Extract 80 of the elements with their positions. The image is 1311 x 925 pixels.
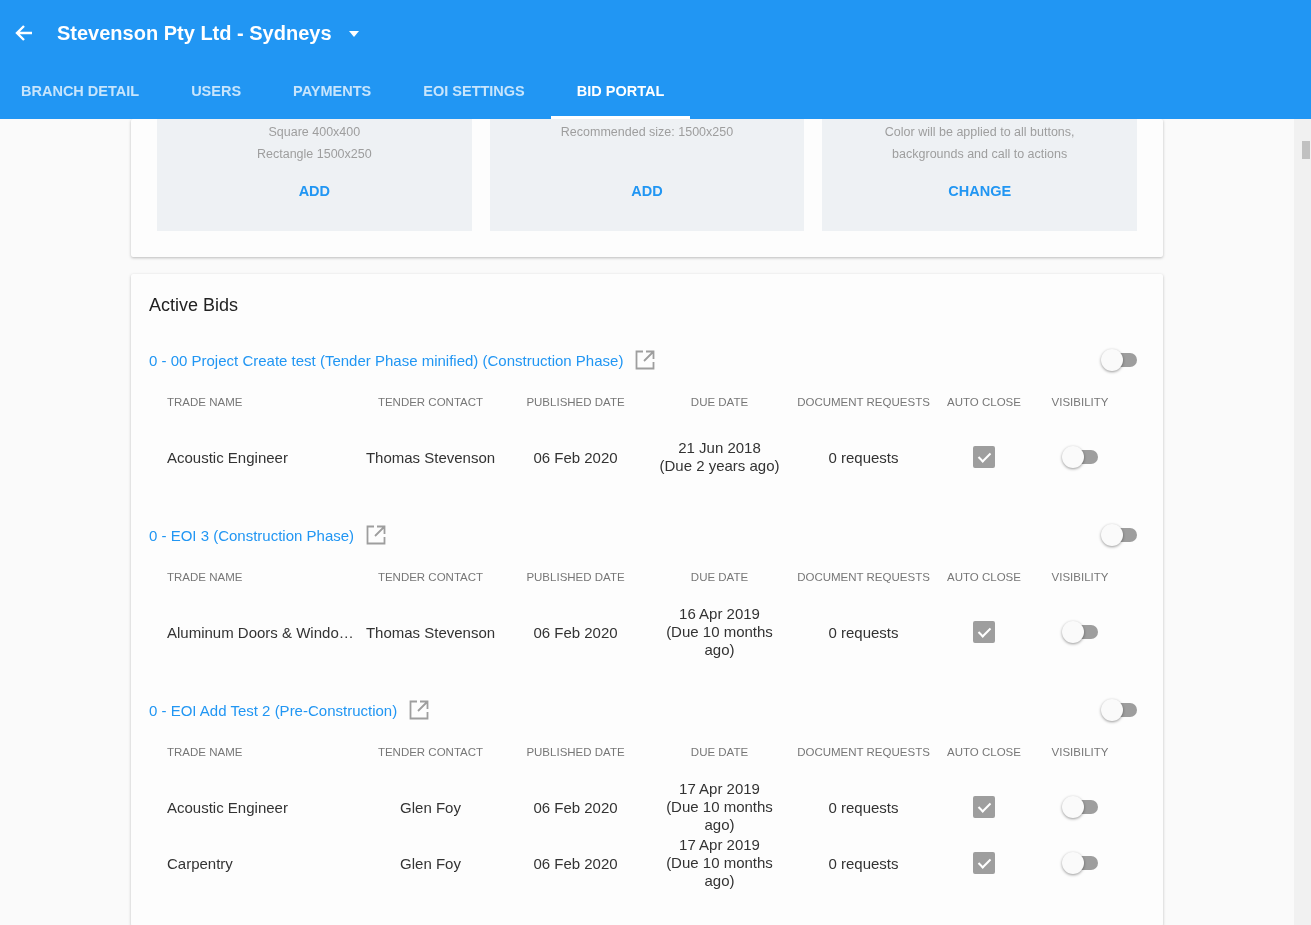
hint-text: backgrounds and call to actions: [892, 146, 1068, 163]
checkbox[interactable]: [973, 852, 995, 874]
column-header: VISIBILITY: [1050, 570, 1110, 585]
back-button[interactable]: [14, 23, 34, 43]
column-header: AUTO CLOSE: [946, 395, 1022, 410]
column-header: DUE DATE: [689, 395, 750, 410]
action-button[interactable]: CHANGE: [940, 179, 1020, 203]
due-note: (Due 10 months ago): [665, 854, 774, 890]
table-cell-text: 0 requests: [827, 622, 900, 643]
hint-text: Recommended size: 1500x250: [560, 124, 734, 141]
table-cell-text: 0 requests: [827, 853, 900, 874]
column-header: TRADE NAME: [167, 570, 244, 585]
column-header: TRADE NAME: [167, 745, 244, 760]
column-header: DOCUMENT REQUESTS: [796, 395, 931, 410]
due-date: 17 Apr 2019: [679, 836, 760, 854]
toggle-switch[interactable]: [1062, 852, 1098, 874]
toggle-switch[interactable]: [1062, 446, 1098, 468]
table-cell-text: Thomas Stevenson: [364, 622, 497, 643]
tab[interactable]: BRANCH DETAIL: [0, 66, 166, 119]
table-cell-text: Acoustic Engineer: [167, 797, 289, 818]
checkbox[interactable]: [973, 621, 995, 643]
column-header: VISIBILITY: [1050, 745, 1110, 760]
checkbox[interactable]: [973, 796, 995, 818]
column-header: AUTO CLOSE: [946, 745, 1022, 760]
action-button[interactable]: ADD: [623, 179, 671, 203]
app-title: Stevenson Pty Ltd - Sydneys: [57, 21, 332, 45]
external-link-icon[interactable]: [366, 525, 387, 545]
table-cell-text: Acoustic Engineer: [167, 447, 289, 468]
toggle-switch[interactable]: [1062, 621, 1098, 643]
table-cell-text: Glen Foy: [399, 797, 462, 818]
dropdown-button[interactable]: [347, 31, 360, 37]
column-header: VISIBILITY: [1050, 395, 1110, 410]
table-cell-text: 06 Feb 2020: [532, 797, 619, 818]
table-cell-text: Glen Foy: [399, 853, 462, 874]
section-title: Active Bids: [149, 294, 240, 317]
toggle-switch[interactable]: [1101, 699, 1137, 721]
due-date: 16 Apr 2019: [679, 605, 760, 623]
bid-link[interactable]: 0 - EOI Add Test 2 (Pre-Construction): [149, 701, 398, 719]
column-header: TRADE NAME: [167, 395, 244, 410]
due-date: 17 Apr 2019: [679, 780, 760, 798]
column-header: TENDER CONTACT: [376, 570, 485, 585]
column-header: DUE DATE: [689, 570, 750, 585]
action-button[interactable]: ADD: [290, 179, 339, 203]
checkbox[interactable]: [973, 446, 995, 468]
toggle-switch[interactable]: [1101, 349, 1137, 371]
toggle-switch[interactable]: [1101, 524, 1137, 546]
table-cell-text: 0 requests: [827, 797, 900, 818]
column-header: DUE DATE: [689, 745, 750, 760]
column-header: PUBLISHED DATE: [525, 570, 626, 585]
column-header: PUBLISHED DATE: [525, 745, 626, 760]
scrollbar-thumb[interactable]: [1302, 141, 1310, 159]
due-note: (Due 10 months ago): [665, 798, 774, 834]
tab[interactable]: EOI SETTINGS: [397, 66, 551, 119]
hint-text: Color will be applied to all buttons,: [884, 124, 1075, 141]
column-header: DOCUMENT REQUESTS: [796, 570, 931, 585]
table-cell-text: 0 requests: [827, 447, 900, 468]
column-header: TENDER CONTACT: [376, 395, 485, 410]
table-cell-text: 06 Feb 2020: [532, 853, 619, 874]
due-note: (Due 10 months ago): [665, 623, 774, 659]
external-link-icon[interactable]: [409, 700, 430, 720]
bid-link[interactable]: 0 - 00 Project Create test (Tender Phase minified) (Construction Phase): [149, 351, 624, 369]
column-header: TENDER CONTACT: [376, 745, 485, 760]
hint-text: Rectangle 1500x250: [257, 146, 372, 163]
column-header: AUTO CLOSE: [946, 570, 1022, 585]
table-cell-text: Thomas Stevenson: [364, 447, 497, 468]
hint-text: Square 400x400: [268, 124, 361, 141]
scrollbar[interactable]: [1294, 119, 1311, 925]
bid-link[interactable]: 0 - EOI 3 (Construction Phase): [149, 526, 355, 544]
column-header: PUBLISHED DATE: [525, 395, 626, 410]
toggle-switch[interactable]: [1062, 796, 1098, 818]
external-link-icon[interactable]: [635, 350, 656, 370]
column-header: DOCUMENT REQUESTS: [796, 745, 931, 760]
due-note: (Due 2 years ago): [659, 457, 780, 475]
tab[interactable]: PAYMENTS: [267, 66, 398, 119]
table-cell-text: 06 Feb 2020: [532, 622, 619, 643]
tab[interactable]: USERS: [165, 66, 268, 119]
table-cell-text: Aluminum Doors & Windo…: [167, 622, 355, 643]
due-date: 21 Jun 2018: [678, 439, 761, 457]
table-cell-text: Carpentry: [167, 853, 234, 874]
table-cell-text: 06 Feb 2020: [532, 447, 619, 468]
